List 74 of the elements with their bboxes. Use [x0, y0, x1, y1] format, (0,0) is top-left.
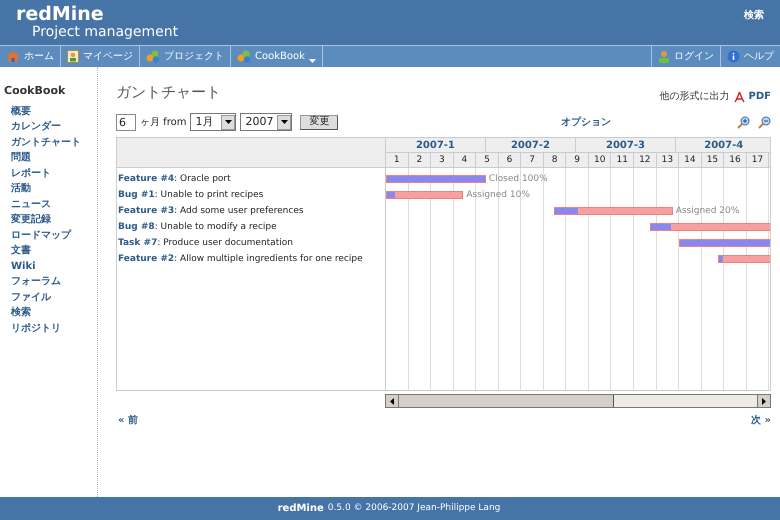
month-header: 2007-4 [676, 138, 770, 152]
month-select[interactable]: 1月 [190, 113, 236, 131]
sidebar-link[interactable]: 活動 [4, 181, 97, 196]
week-header: 17 [746, 153, 770, 167]
week-header: 3 [431, 153, 454, 167]
options-link[interactable]: オプション [561, 114, 611, 130]
issue-link[interactable]: Feature #4 [118, 174, 174, 184]
week-header: 5 [476, 153, 499, 167]
week-header: 16 [724, 153, 747, 167]
task-status: Assigned 20% [676, 205, 740, 218]
search-link[interactable]: 検索 [744, 4, 764, 45]
week-header: 6 [498, 153, 522, 167]
week-header: 2 [408, 153, 432, 167]
year-select[interactable]: 2007 [240, 113, 292, 131]
next-link[interactable]: 次 » [751, 413, 771, 428]
issue-link[interactable]: Task #7 [118, 238, 158, 248]
week-header: 8 [544, 153, 566, 167]
sidebar-link[interactable]: 変更記録 [4, 212, 97, 228]
sidebar-link[interactable]: 概要 [4, 104, 97, 119]
week-header: 10 [588, 153, 612, 167]
task-label: Feature #4: Oracle port [118, 173, 232, 186]
week-header: 1 [386, 153, 409, 167]
months-label: ヶ月 from [140, 116, 186, 130]
week-header: 15 [702, 153, 724, 167]
sidebar-link[interactable]: Wiki [4, 258, 97, 274]
export-label: 他の形式に出力 [660, 90, 730, 104]
issue-link[interactable]: Feature #3 [118, 206, 174, 216]
issue-link[interactable]: Bug #1 [118, 190, 155, 200]
issue-link[interactable]: Feature #2 [118, 254, 174, 264]
sidebar-link[interactable]: 問題 [4, 150, 97, 166]
month-header: 2007-2 [486, 138, 576, 152]
sidebar-link[interactable]: 文書 [4, 243, 97, 258]
week-header: 9 [566, 153, 589, 167]
week-header: 12 [634, 153, 657, 167]
month-header: 2007-3 [576, 138, 676, 152]
issue-link[interactable]: Bug #8 [118, 222, 155, 232]
week-header: 11 [611, 153, 634, 167]
sidebar-link[interactable]: ロードマップ [4, 228, 97, 243]
menu-item[interactable]: ホーム [0, 46, 61, 67]
task-status: Closed 100% [488, 173, 548, 186]
sidebar-link[interactable]: レポート [4, 166, 97, 181]
sidebar-link[interactable]: ニュース [4, 196, 97, 212]
task-label: Task #7: Produce user documentation [118, 237, 294, 250]
sidebar-link[interactable]: ガントチャート [4, 134, 97, 150]
task-status: Assigned 10% [466, 189, 530, 202]
sidebar-link[interactable]: カレンダー [4, 119, 97, 134]
page-title: ガントチャート [116, 82, 221, 103]
footer-brand: redMine [278, 502, 324, 516]
sidebar-link[interactable]: ファイル [4, 290, 97, 305]
sidebar-link[interactable]: 検索 [4, 305, 97, 320]
menu-item[interactable]: ヘルプ [720, 46, 780, 67]
week-header: 14 [679, 153, 702, 167]
pdf-link[interactable]: PDF [748, 89, 771, 104]
logo: redMine [16, 4, 105, 24]
menu-item[interactable]: マイページ [61, 46, 140, 67]
menu-item[interactable]: プロジェクト [140, 46, 231, 67]
task-label: Bug #1: Unable to print recipes [118, 189, 264, 202]
menu-item[interactable]: CookBook [231, 46, 323, 67]
sidebar-link[interactable]: リポジトリ [4, 320, 97, 336]
sidebar-title: CookBook [4, 83, 66, 99]
task-label: Feature #2: Allow multiple ingredients for one recipe [118, 253, 364, 266]
week-header: 4 [454, 153, 476, 167]
week-header: 7 [521, 153, 544, 167]
months-field[interactable]: 6 [116, 114, 136, 130]
month-header: 2007-1 [386, 138, 486, 152]
task-label: Feature #3: Add some user preferences [118, 205, 305, 218]
previous-link[interactable]: « 前 [116, 413, 138, 428]
subtitle: Project management [31, 24, 178, 40]
menu-item[interactable]: ログイン [651, 46, 720, 67]
sidebar-link[interactable]: フォーラム [4, 274, 97, 290]
week-header: 13 [656, 153, 680, 167]
apply-button[interactable]: 変更 [300, 114, 338, 130]
task-label: Bug #8: Unable to modify a recipe [118, 221, 278, 234]
footer-text: 0.5.0 © 2006-2007 Jean-Philippe Lang [328, 502, 500, 515]
